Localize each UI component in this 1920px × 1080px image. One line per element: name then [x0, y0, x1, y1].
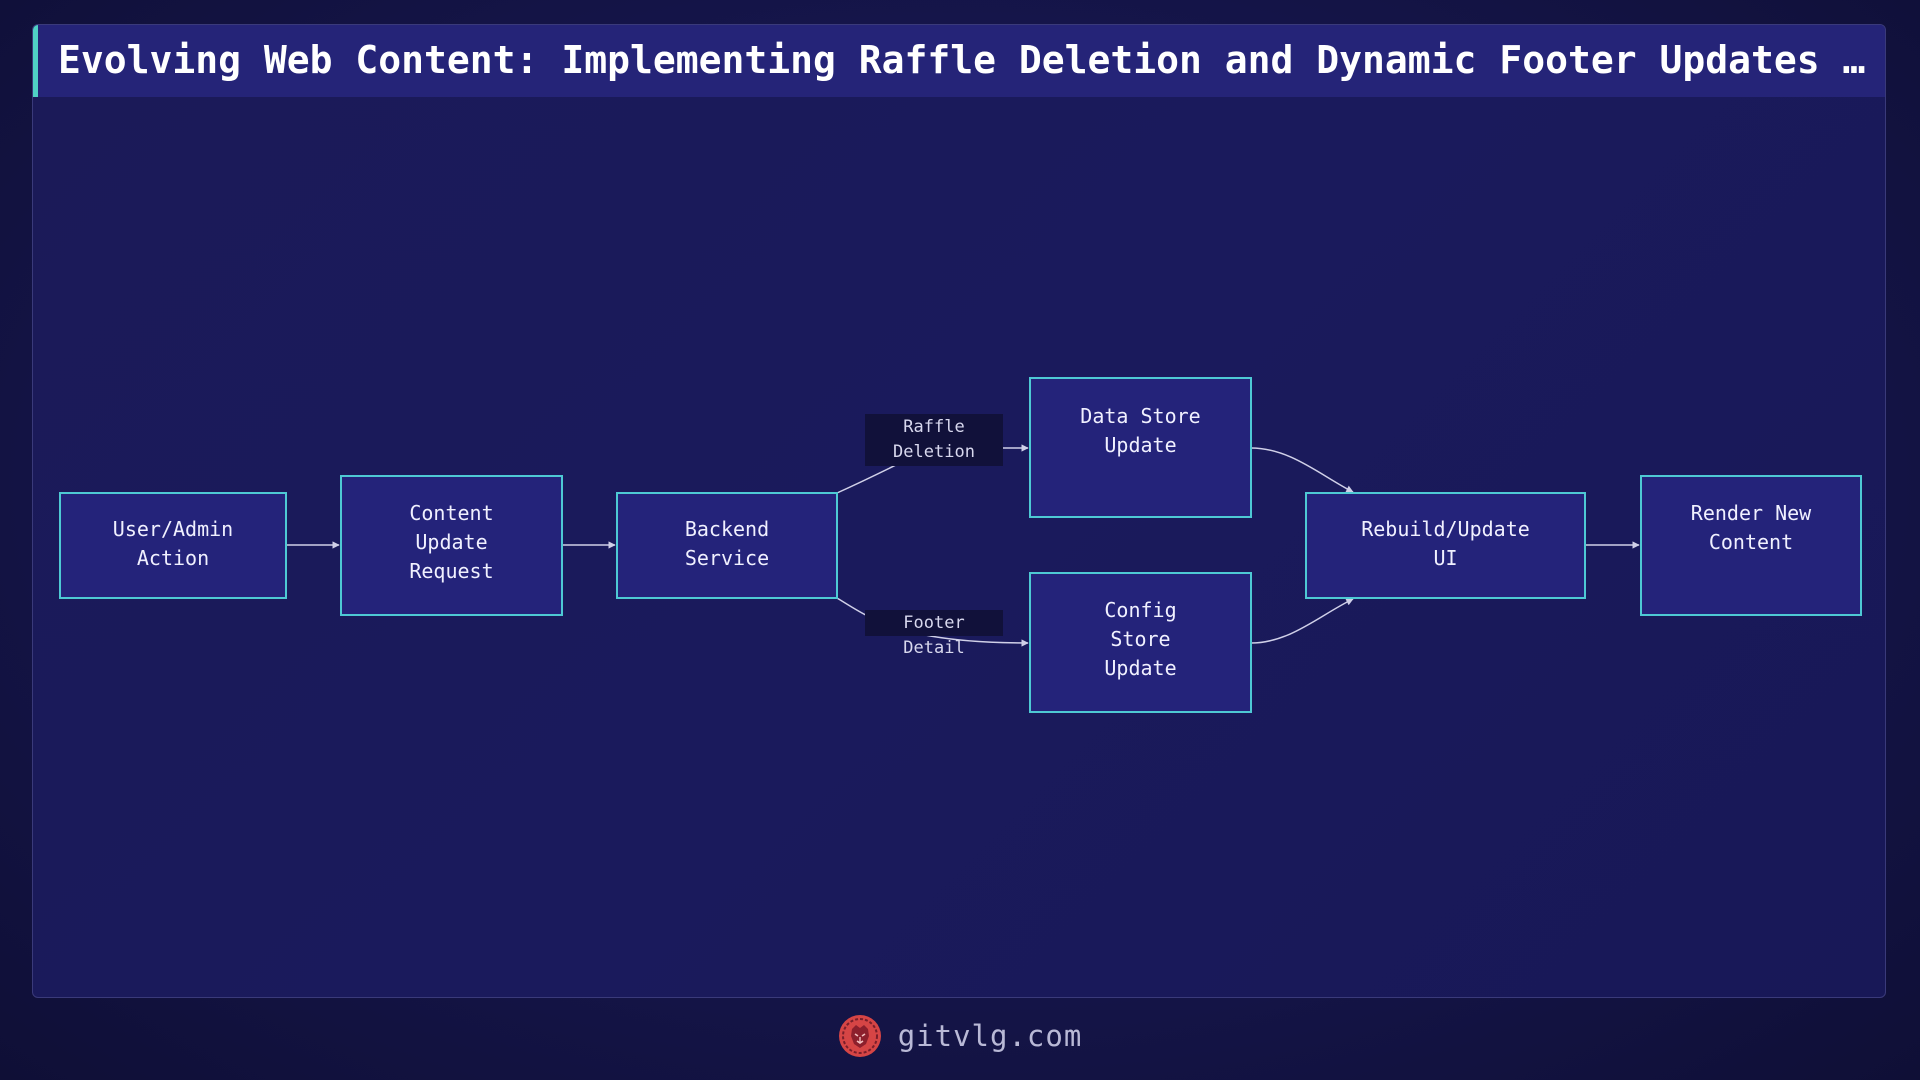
node-backend-service: Backend Service [616, 492, 838, 599]
footer-site-link[interactable]: gitvlg.com [898, 1019, 1083, 1053]
node-label: Data Store Update [1080, 403, 1201, 457]
lion-head-icon [838, 1015, 881, 1057]
edge-datastore-to-ui [1250, 447, 1354, 493]
node-label: Config Store Update [1104, 598, 1177, 680]
node-label: Render New Content [1690, 500, 1812, 554]
node-label: Rebuild/Update UI [1361, 516, 1530, 570]
edge-label-footer-detail: Footer Detail [865, 610, 1003, 658]
node-config-store-update: Config Store Update [1029, 572, 1252, 713]
node-rebuild-update-ui: Rebuild/Update UI [1305, 492, 1586, 599]
node-content-update-request: Content Update Request [340, 475, 563, 616]
node-user-admin-action: User/Admin Action [59, 492, 287, 599]
page: Evolving Web Content: Implementing Raffl… [0, 0, 1920, 1080]
edge-label-raffle-deletion: Raffle Deletion [865, 414, 1003, 466]
footer: gitvlg.com [0, 1010, 1920, 1062]
node-label: Backend Service [684, 516, 770, 570]
edge-config-to-ui [1250, 598, 1354, 644]
node-label: User/Admin Action [112, 516, 234, 570]
node-data-store-update: Data Store Update [1029, 377, 1252, 518]
node-label: Content Update Request [409, 501, 494, 583]
node-render-new-content: Render New Content [1640, 475, 1862, 616]
flow-edges [286, 0, 1640, 647]
